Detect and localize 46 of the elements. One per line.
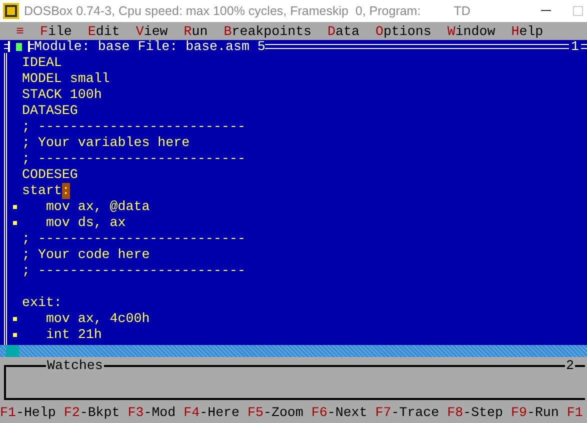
- menu-item[interactable]: Edit: [80, 24, 128, 38]
- function-key[interactable]: F3-Mod: [128, 405, 176, 420]
- close-button[interactable]: [8, 41, 30, 52]
- function-key[interactable]: F4-Here: [184, 405, 240, 420]
- code-line: mov ds, ax: [44, 215, 126, 231]
- menu-item[interactable]: Data: [320, 24, 368, 38]
- code-line: ; Your code here: [22, 247, 150, 263]
- menu-item[interactable]: Run: [176, 24, 216, 38]
- code-line: ; --------------------------: [22, 151, 246, 167]
- code-line: mov ax, @data: [44, 199, 150, 215]
- code-line: ; --------------------------: [22, 231, 246, 247]
- code-line: int 21h: [44, 327, 102, 343]
- app-logo-icon: [3, 3, 19, 19]
- maximize-icon[interactable]: [573, 6, 583, 16]
- code-line: ; --------------------------: [22, 263, 246, 279]
- code-line: ; Your variables here: [22, 135, 190, 151]
- function-key[interactable]: F9-Run: [511, 405, 559, 420]
- code-line: STACK 100h: [22, 87, 102, 103]
- code-line: mov ax, 4c00h: [44, 311, 150, 327]
- code-line: CODESEG: [22, 167, 78, 183]
- function-key[interactable]: F1-Help: [0, 405, 56, 420]
- program-name: TD: [454, 4, 470, 18]
- window-title: Module: base File: base.asm 5: [34, 40, 266, 53]
- menu-item[interactable]: Help: [503, 24, 552, 38]
- function-key[interactable]: F5-Zoom: [248, 405, 304, 420]
- menu-item[interactable]: View: [128, 24, 176, 38]
- menu-item[interactable]: Window: [439, 24, 504, 38]
- function-key[interactable]: F8-Step: [447, 405, 503, 420]
- function-key[interactable]: F7-Trace: [375, 405, 440, 420]
- text-cursor: :: [62, 183, 70, 199]
- scroll-bar[interactable]: [0, 345, 587, 357]
- window-title: DOSBox 0.74-3, Cpu speed: max 100% cycles, Frameskip 0, Program:: [24, 4, 421, 18]
- window-number: 1: [570, 40, 580, 53]
- code-line: MODEL small: [22, 71, 110, 87]
- code-line: IDEAL: [22, 55, 62, 71]
- menu-item[interactable]: Breakpoints: [216, 24, 320, 38]
- code-line: DATASEG: [22, 103, 78, 119]
- square-icon: [16, 42, 22, 50]
- function-key[interactable]: F6-Next: [311, 405, 368, 420]
- function-key[interactable]: F2-Bkpt: [64, 405, 120, 420]
- code-line: exit:: [22, 295, 62, 311]
- menu-item[interactable]: File: [32, 24, 80, 38]
- code-line: start: [22, 183, 62, 199]
- menu-item[interactable]: Options: [367, 24, 440, 38]
- code-line: ; --------------------------: [22, 119, 246, 135]
- minimize-icon[interactable]: [541, 10, 551, 12]
